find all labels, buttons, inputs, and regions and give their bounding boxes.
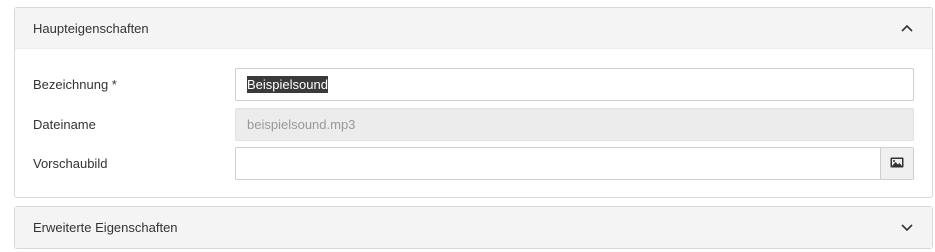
bezeichnung-value: Beispielsound bbox=[247, 76, 328, 93]
bezeichnung-label: Bezeichnung * bbox=[33, 77, 117, 92]
dateiname-input: beispielsound.mp3 bbox=[235, 108, 914, 141]
bezeichnung-row: Bezeichnung * Beispielsound bbox=[15, 68, 932, 101]
vorschaubild-input[interactable] bbox=[235, 147, 914, 180]
main-properties-title: Haupteigenschaften bbox=[33, 20, 149, 36]
dateiname-value: beispielsound.mp3 bbox=[247, 117, 356, 132]
dateiname-label: Dateiname bbox=[33, 117, 96, 132]
extended-properties-header[interactable]: Erweiterte Eigenschaften bbox=[15, 207, 932, 248]
select-image-button[interactable] bbox=[880, 148, 913, 179]
main-properties-panel: Haupteigenschaften Bezeichnung * Beispie… bbox=[14, 7, 933, 198]
main-properties-header[interactable]: Haupteigenschaften bbox=[15, 8, 932, 49]
chevron-down-icon[interactable] bbox=[900, 221, 914, 235]
vorschaubild-row: Vorschaubild bbox=[15, 147, 932, 180]
extended-properties-panel: Erweiterte Eigenschaften bbox=[14, 206, 933, 249]
chevron-up-icon[interactable] bbox=[900, 21, 914, 35]
extended-properties-title: Erweiterte Eigenschaften bbox=[33, 220, 178, 235]
bezeichnung-input[interactable]: Beispielsound bbox=[235, 68, 914, 101]
vorschaubild-label: Vorschaubild bbox=[33, 156, 108, 171]
image-icon bbox=[890, 156, 904, 171]
dateiname-row: Dateiname beispielsound.mp3 bbox=[15, 108, 932, 141]
